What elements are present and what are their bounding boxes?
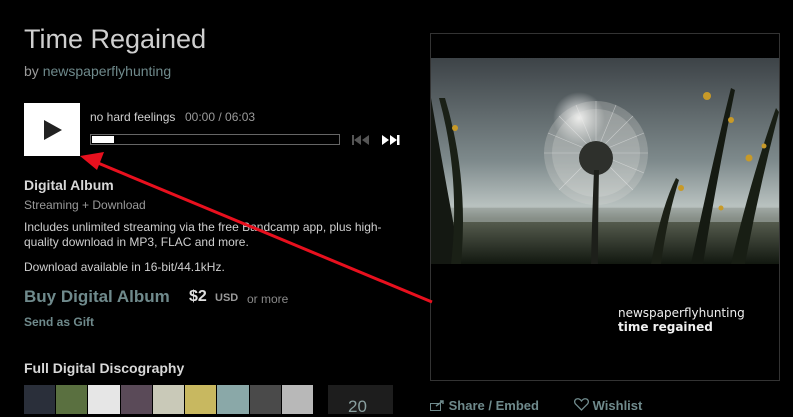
album-thumb[interactable] [281,385,314,414]
album-thumb[interactable] [217,385,250,414]
send-as-gift-link[interactable]: Send as Gift [24,315,94,329]
progress-thumb[interactable] [92,136,114,143]
album-thumb[interactable] [88,385,121,414]
cover-artist-text: newspaperflyhunting [618,306,745,320]
album-thumb[interactable] [249,385,282,414]
heart-icon [573,398,590,411]
cover-title-text: time regained [618,320,713,334]
next-track-icon[interactable] [381,134,401,146]
album-thumb[interactable] [120,385,153,414]
buy-digital-album-link[interactable]: Buy Digital Album [24,287,170,307]
discography-thumbnails[interactable] [24,385,314,414]
share-embed-label: Share / Embed [448,398,539,413]
byline-prefix: by [24,63,39,79]
price: $2 [189,288,207,305]
wishlist-label: Wishlist [592,398,643,413]
album-thumb[interactable] [152,385,186,414]
album-cover-photo[interactable] [431,58,779,264]
format-subtitle: Streaming + Download [24,198,146,212]
track-time: 00:00 / 06:03 [185,110,256,124]
wishlist-link[interactable]: Wishlist [573,398,643,413]
play-button[interactable] [24,103,80,156]
share-embed-link[interactable]: Share / Embed [430,398,539,413]
digital-album-heading: Digital Album [24,177,114,193]
discography-count: 20 [348,397,367,416]
discography-heading: Full Digital Discography [24,360,185,376]
album-thumb[interactable] [56,385,89,414]
discography-count-box[interactable]: 20 [328,385,393,416]
artist-link[interactable]: newspaperflyhunting [43,63,171,79]
album-thumb[interactable] [24,385,57,414]
prev-track-icon[interactable] [352,134,370,146]
currency: USD [215,292,239,304]
or-more-label: or more [247,292,289,306]
album-description: Includes unlimited streaming via the fre… [24,220,382,249]
album-thumb[interactable] [185,385,218,414]
progress-bar[interactable] [90,134,340,145]
album-title: Time Regained [24,24,207,54]
play-icon [44,120,62,140]
share-icon [430,400,444,411]
byline: by newspaperflyhunting [24,63,171,79]
download-quality: Download available in 16-bit/44.1kHz. [24,260,225,274]
track-title: no hard feelings [90,110,176,124]
